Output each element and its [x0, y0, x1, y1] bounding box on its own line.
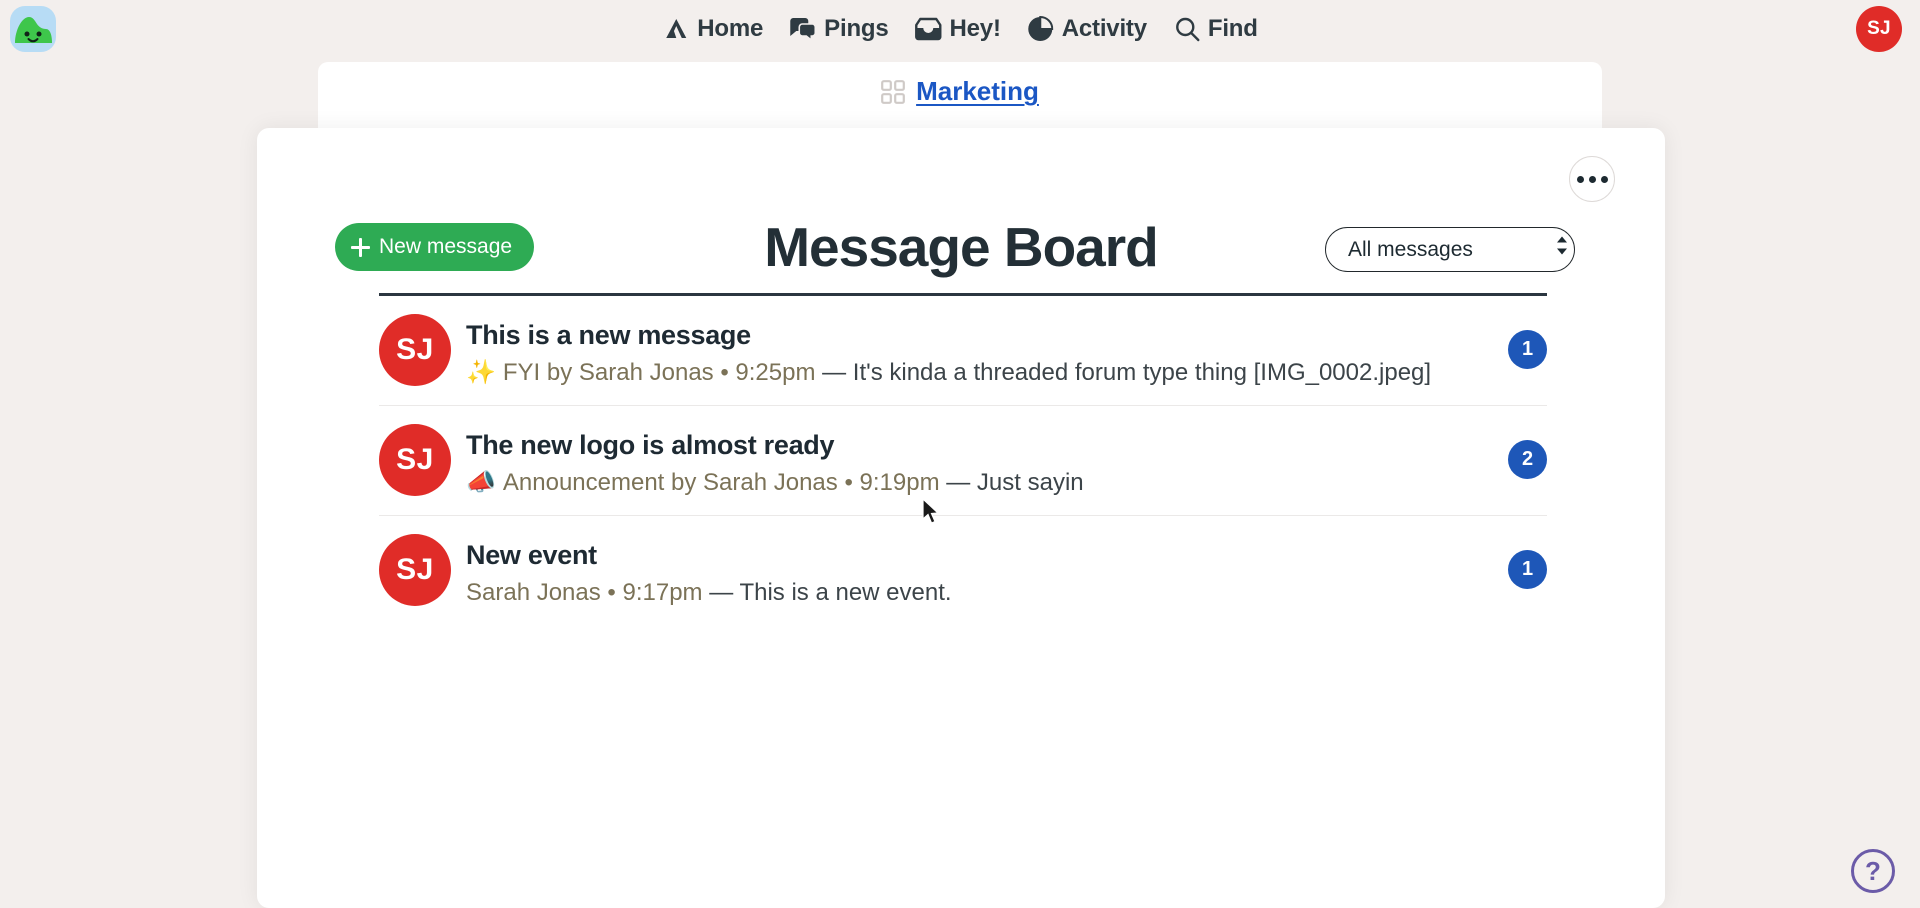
message-byline: Sarah Jonas • 9:17pm — [466, 578, 703, 606]
message-excerpt: — This is a new event. — [709, 578, 952, 606]
nav-label-pings: Pings — [824, 15, 889, 42]
basecamp-logo-icon[interactable] — [6, 2, 60, 56]
message-meta: 📣 Announcement by Sarah Jonas • 9:19pm — … — [466, 467, 1468, 499]
message-excerpt: — It's kinda a threaded forum type thing… — [822, 358, 1432, 386]
pie-clock-icon — [1027, 15, 1055, 43]
grid-squares-icon — [881, 79, 905, 104]
status-badge[interactable]: 1 — [1508, 330, 1547, 369]
nav-item-hey[interactable]: Hey! — [915, 15, 1001, 43]
help-button[interactable]: ? — [1851, 849, 1895, 893]
inbox-tray-icon — [915, 15, 943, 43]
nav-item-home[interactable]: Home — [662, 15, 763, 43]
primary-nav: Home Pings Hey! Activity Find — [662, 0, 1258, 58]
avatar-initials: SJ — [396, 333, 434, 366]
message-title: The new logo is almost ready — [466, 430, 835, 461]
nav-label-activity: Activity — [1061, 15, 1147, 42]
table-row[interactable]: SJ New event Sarah Jonas • 9:17pm — This… — [379, 516, 1547, 625]
message-filter[interactable]: All messages — [1325, 225, 1589, 272]
megaphone-emoji-icon: 📣 — [466, 468, 496, 496]
nav-label-hey: Hey! — [949, 15, 1001, 42]
top-navigation-bar: Home Pings Hey! Activity Find SJ — [0, 0, 1920, 58]
more-dot — [1588, 175, 1596, 183]
nav-label-home: Home — [697, 15, 764, 42]
breadcrumb: Marketing — [318, 76, 1602, 107]
avatar-initials: SJ — [396, 443, 434, 477]
table-row[interactable]: SJ This is a new message ✨ FYI by Sarah J… — [379, 296, 1547, 407]
message-filter-select[interactable]: All messages — [1325, 227, 1575, 272]
status-badge[interactable]: 1 — [1508, 550, 1547, 590]
avatar: SJ — [379, 424, 451, 497]
search-icon — [1173, 15, 1201, 43]
more-dot — [1600, 175, 1608, 183]
avatar[interactable]: SJ — [1856, 6, 1902, 52]
nav-item-activity[interactable]: Activity — [1027, 15, 1147, 43]
message-meta: ✨ FYI by Sarah Jonas • 9:25pm — It's kind… — [466, 357, 1468, 389]
message-byline: FYI by Sarah Jonas • 9:25pm — [502, 358, 816, 386]
avatar: SJ — [379, 534, 451, 607]
message-excerpt: — Just sayin — [946, 468, 1084, 496]
more-dot — [1576, 175, 1584, 183]
avatar-initials: SJ — [1867, 18, 1891, 39]
breadcrumb-link-marketing[interactable]: Marketing — [916, 76, 1039, 107]
nav-item-find[interactable]: Find — [1173, 15, 1258, 43]
message-content: The new logo is almost ready 📣 Announceme… — [466, 424, 1508, 498]
table-row[interactable]: SJ The new logo is almost ready 📣 Announc… — [379, 406, 1547, 517]
message-content: This is a new message ✨ FYI by Sarah Jona… — [466, 314, 1508, 388]
message-list: SJ This is a new message ✨ FYI by Sarah J… — [379, 296, 1547, 626]
chat-bubbles-icon — [789, 15, 817, 43]
nav-label-find: Find — [1207, 15, 1258, 42]
avatar: SJ — [379, 314, 451, 386]
sparkles-emoji-icon: ✨ — [466, 358, 496, 386]
status-badge[interactable]: 2 — [1508, 440, 1547, 480]
message-title: This is a new message — [466, 320, 751, 350]
avatar-initials: SJ — [396, 553, 434, 587]
message-title: New event — [466, 540, 597, 571]
home-icon — [662, 15, 690, 43]
message-byline: Announcement by Sarah Jonas • 9:19pm — [502, 468, 940, 496]
help-label: ? — [1865, 855, 1881, 886]
message-meta: Sarah Jonas • 9:17pm — This is a new eve… — [466, 577, 1468, 609]
board-toolbar: New message Message Board All messages — [319, 216, 1603, 289]
more-options-button[interactable] — [1569, 156, 1615, 202]
message-content: New event Sarah Jonas • 9:17pm — This is… — [466, 534, 1508, 608]
nav-item-pings[interactable]: Pings — [789, 15, 889, 43]
